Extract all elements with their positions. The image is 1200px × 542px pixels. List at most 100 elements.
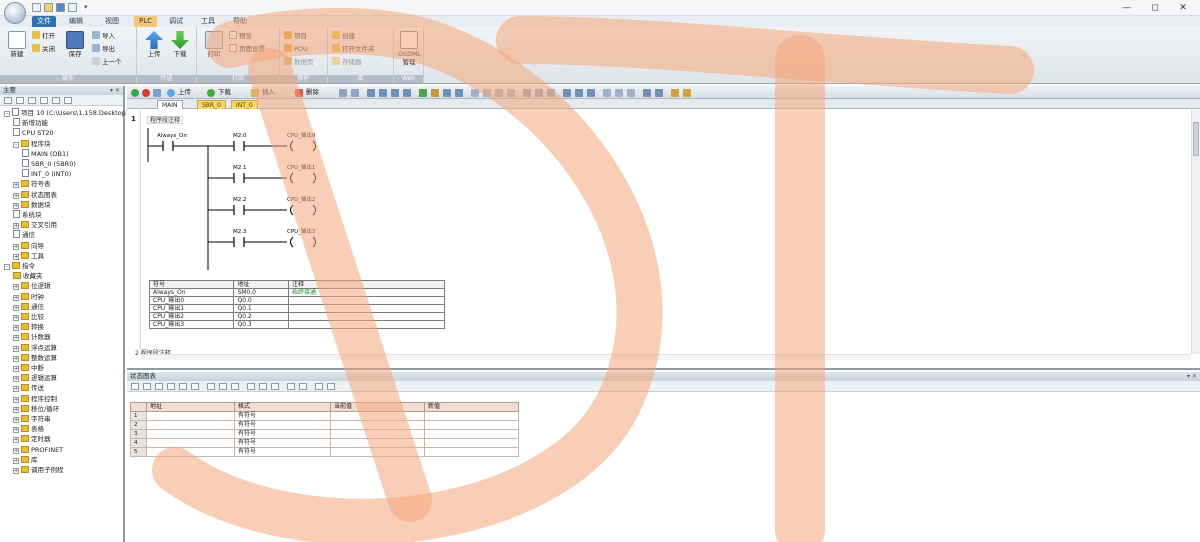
current-value-cell[interactable] xyxy=(330,438,425,448)
chart-tool-icon[interactable] xyxy=(131,383,139,390)
expand-icon[interactable]: + xyxy=(13,223,19,230)
print-icon[interactable] xyxy=(68,3,77,12)
toolbar-tool-icon[interactable] xyxy=(403,89,411,97)
tree-item[interactable]: + 符号表 xyxy=(13,179,51,189)
tree-item[interactable]: - 项目 10 (C:\Users\1.158.Desktop) xyxy=(4,108,128,118)
expand-icon[interactable]: + xyxy=(13,335,19,342)
tree-item[interactable]: 收藏夹 xyxy=(13,271,43,281)
expand-icon[interactable]: + xyxy=(13,243,19,250)
toolbar-tool-icon[interactable] xyxy=(575,89,583,97)
contact-M2.3[interactable] xyxy=(233,237,245,247)
upload-small-icon[interactable] xyxy=(167,89,175,97)
save-button[interactable]: 保存 xyxy=(64,31,86,58)
expand-icon[interactable]: + xyxy=(13,427,19,434)
tree-item[interactable]: + 中断 xyxy=(13,363,44,373)
current-value-cell[interactable] xyxy=(330,420,425,430)
tree-item[interactable]: + 时钟 xyxy=(13,292,44,302)
toolbar-tool-icon[interactable] xyxy=(547,89,555,97)
collapse-icon[interactable]: - xyxy=(13,141,19,148)
expand-icon[interactable]: + xyxy=(13,253,19,260)
tree-item[interactable]: + 工具 xyxy=(13,251,44,261)
address-cell[interactable] xyxy=(146,420,235,430)
expand-icon[interactable]: + xyxy=(13,202,19,209)
print-button[interactable]: 打印 xyxy=(203,31,225,58)
address-cell[interactable] xyxy=(146,438,235,448)
tree-item[interactable]: + 程序控制 xyxy=(13,394,57,404)
preview-button[interactable]: 预览 xyxy=(229,31,252,41)
delete-button[interactable]: 删除 xyxy=(306,87,319,98)
chart-tool-icon[interactable] xyxy=(155,383,163,390)
toolbar-tool-icon[interactable] xyxy=(431,89,439,97)
tree-item[interactable]: + 逻辑运算 xyxy=(13,373,57,383)
current-value-cell[interactable] xyxy=(330,447,425,457)
chart-tool-icon[interactable] xyxy=(315,383,323,390)
tree-item[interactable]: CPU ST20 xyxy=(13,128,54,138)
contact-M2.2[interactable] xyxy=(233,205,245,215)
status-chart-row[interactable]: 5 有符号 xyxy=(130,447,519,457)
toolbar-tool-icon[interactable] xyxy=(587,89,595,97)
toolbar-tool-icon[interactable] xyxy=(443,89,451,97)
toolbar-tool-icon[interactable] xyxy=(563,89,571,97)
current-value-cell[interactable] xyxy=(330,411,425,421)
chart-tool-icon[interactable] xyxy=(191,383,199,390)
tab-plc[interactable]: PLC xyxy=(134,16,158,27)
coil-CPU_输出3[interactable] xyxy=(289,236,317,248)
expand-icon[interactable]: + xyxy=(13,315,19,321)
toolbar-tool-icon[interactable] xyxy=(351,89,359,97)
format-cell[interactable]: 有符号 xyxy=(234,438,331,448)
toolbar-tool-icon[interactable] xyxy=(683,89,691,97)
tree-item[interactable]: MAIN (OB1) xyxy=(22,148,69,159)
tree-item[interactable]: + 浮点运算 xyxy=(13,343,57,353)
status-chart-row[interactable]: 4 有符号 xyxy=(130,438,519,448)
status-chart-row[interactable]: 3 有符号 xyxy=(130,429,519,439)
tree-item[interactable]: INT_0 (INT0) xyxy=(22,169,71,179)
tab-file[interactable]: 文件 xyxy=(32,16,56,27)
upload-button[interactable]: 上传 xyxy=(143,31,165,58)
tree-item[interactable]: + 数据块 xyxy=(13,200,51,210)
toolbar-tool-icon[interactable] xyxy=(615,89,623,97)
doc-tab-sbr0[interactable]: SBR_0 xyxy=(197,100,226,109)
toolbar-tool-icon[interactable] xyxy=(367,89,375,97)
tree-item[interactable]: + 状态图表 xyxy=(13,190,57,200)
tab-help[interactable]: 帮助 xyxy=(228,16,252,27)
tree-item[interactable]: - 程序块 xyxy=(13,139,51,149)
contact-M2.1[interactable] xyxy=(233,173,245,183)
toolbar-tool-icon[interactable] xyxy=(655,89,663,97)
expand-icon[interactable]: + xyxy=(13,437,19,444)
save-icon[interactable] xyxy=(56,3,65,12)
editor-upload-button[interactable]: 上传 xyxy=(178,87,191,98)
export-button[interactable]: 导出 xyxy=(92,44,115,54)
new-value-cell[interactable] xyxy=(424,447,519,457)
toolbar-tool-icon[interactable] xyxy=(483,89,491,97)
expand-icon[interactable]: + xyxy=(13,304,19,311)
data-page-protect-button[interactable]: 数据页 xyxy=(284,57,314,67)
tree-item[interactable]: + 交叉引用 xyxy=(13,220,57,230)
tree-item[interactable]: - 指令 xyxy=(4,261,35,271)
format-cell[interactable]: 有符号 xyxy=(234,420,331,430)
tree-item[interactable]: + 表格 xyxy=(13,424,44,434)
previous-button[interactable]: 上一个 xyxy=(92,57,122,67)
doc-tab-main[interactable]: MAIN xyxy=(157,100,183,109)
tab-view[interactable]: 视图 xyxy=(100,16,124,27)
coil-CPU_输出1[interactable] xyxy=(289,172,317,184)
expand-icon[interactable]: + xyxy=(13,386,19,393)
tree-tool-icon[interactable] xyxy=(64,97,72,104)
toolbar-tool-icon[interactable] xyxy=(419,89,427,97)
expand-icon[interactable]: + xyxy=(13,345,19,352)
chart-tool-icon[interactable] xyxy=(259,383,267,390)
toolbar-tool-icon[interactable] xyxy=(643,89,651,97)
insert-button[interactable]: 插入 xyxy=(262,87,275,98)
toolbar-tool-icon[interactable] xyxy=(379,89,387,97)
toolbar-tool-icon[interactable] xyxy=(507,89,515,97)
expand-icon[interactable]: + xyxy=(13,325,19,332)
tab-tools[interactable]: 工具 xyxy=(196,16,220,27)
scroll-thumb[interactable] xyxy=(1193,122,1199,156)
address-cell[interactable] xyxy=(146,429,235,439)
tree-tool-icon[interactable] xyxy=(52,97,60,104)
status-chart-row[interactable]: 2 有符号 xyxy=(130,420,519,430)
project-protect-button[interactable]: 项目 xyxy=(284,31,307,41)
expand-icon[interactable]: + xyxy=(13,376,19,383)
close-project-button[interactable]: 关闭 xyxy=(32,44,55,54)
chart-tool-icon[interactable] xyxy=(299,383,307,390)
tree-item[interactable]: SBR_0 (SBR0) xyxy=(22,159,76,169)
